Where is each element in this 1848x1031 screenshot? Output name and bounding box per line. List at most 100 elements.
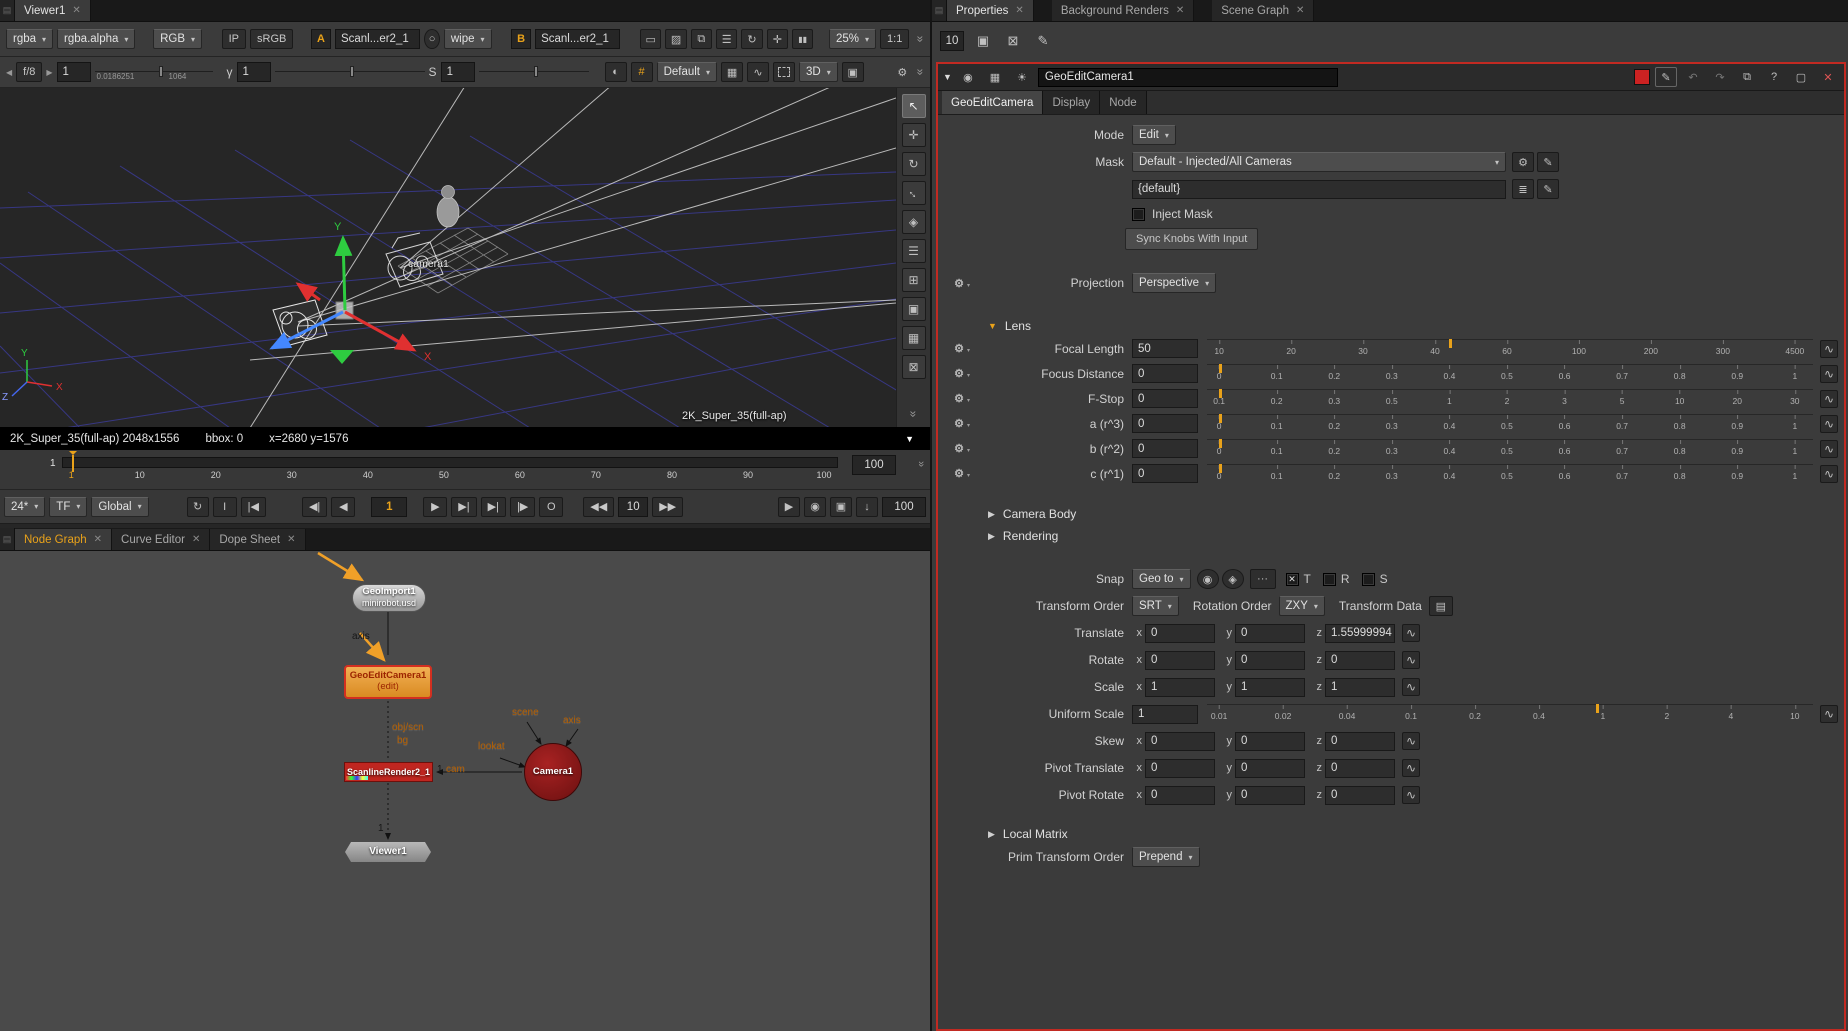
info-dropdown-icon[interactable]: ▼ bbox=[899, 432, 920, 446]
channels-dropdown[interactable]: rgba▾ bbox=[6, 29, 53, 49]
curve-editor-button[interactable]: ∿ bbox=[1820, 340, 1838, 358]
parameter-value-field[interactable]: 0 bbox=[1132, 389, 1198, 408]
tab-properties[interactable]: Properties ✕ bbox=[947, 0, 1034, 21]
edit-panels-icon[interactable]: ✎ bbox=[1032, 31, 1054, 51]
cursor-tool-icon[interactable]: ↖ bbox=[902, 94, 926, 118]
close-icon[interactable]: ✕ bbox=[1176, 5, 1184, 16]
x-value-field[interactable]: 0 bbox=[1145, 651, 1215, 670]
camera-lock-icon[interactable]: ▦ bbox=[721, 62, 743, 82]
animation-menu-icon[interactable]: ⚙ bbox=[946, 367, 972, 380]
pause-icon[interactable]: ▮▮ bbox=[792, 29, 813, 49]
viewer-settings-icon[interactable]: ⚙ bbox=[891, 62, 913, 82]
display-channel-dropdown[interactable]: RGB▾ bbox=[153, 29, 202, 49]
curve-editor-button[interactable]: ∿ bbox=[1820, 390, 1838, 408]
snap-menu-button[interactable]: ··· bbox=[1250, 569, 1276, 589]
roi-icon[interactable] bbox=[773, 62, 795, 82]
y-value-field[interactable]: 0 bbox=[1235, 786, 1305, 805]
layout-rows-icon[interactable]: ☰ bbox=[902, 239, 926, 263]
animation-menu-icon[interactable]: ⚙ bbox=[946, 277, 972, 290]
inject-mask-checkbox[interactable] bbox=[1132, 208, 1145, 221]
slider-handle[interactable] bbox=[1219, 364, 1222, 373]
gain-field[interactable]: 1 bbox=[57, 62, 91, 82]
snap-dropdown[interactable]: Geo to▾ bbox=[1132, 569, 1191, 589]
transform-order-dropdown[interactable]: SRT▾ bbox=[1132, 596, 1179, 616]
gamma-slider-handle[interactable] bbox=[350, 66, 354, 77]
tab-geoeditcamera[interactable]: GeoEditCamera bbox=[942, 91, 1043, 114]
undo-icon[interactable]: ↶ bbox=[1682, 67, 1704, 87]
z-value-field[interactable]: 0 bbox=[1325, 786, 1395, 805]
close-icon[interactable]: ✕ bbox=[1015, 5, 1023, 16]
snap-face-icon[interactable]: ◈ bbox=[1222, 569, 1244, 589]
fstop-button[interactable]: f/8 bbox=[16, 62, 42, 82]
close-panel-icon[interactable]: ✕ bbox=[1817, 67, 1839, 87]
timeline-overflow-icon[interactable]: » bbox=[915, 461, 927, 467]
gain-slider-handle[interactable] bbox=[159, 66, 163, 77]
rotate-tool-icon[interactable]: ↻ bbox=[902, 152, 926, 176]
parameter-slider[interactable]: 0.10.20.30.51235102030 bbox=[1207, 389, 1813, 409]
y-value-field[interactable]: 0 bbox=[1235, 624, 1305, 643]
wipe-mode-dropdown[interactable]: wipe▾ bbox=[444, 29, 492, 49]
tab-background-renders[interactable]: Background Renders ✕ bbox=[1052, 0, 1194, 21]
format-rect-icon[interactable]: ▭ bbox=[640, 29, 661, 49]
mask-dropdown[interactable]: Default - Injected/All Cameras▾ bbox=[1132, 152, 1506, 172]
layout-off-icon[interactable]: ⊠ bbox=[902, 355, 926, 379]
gamma-field[interactable]: 1 bbox=[237, 62, 271, 82]
curve-editor-button[interactable]: ∿ bbox=[1820, 365, 1838, 383]
proxy-ratio-button[interactable]: 1:1 bbox=[880, 29, 909, 49]
close-icon[interactable]: ✕ bbox=[192, 534, 200, 545]
mask-expression-field[interactable]: {default} bbox=[1132, 180, 1506, 199]
jump-forward-button[interactable]: ▶▶ bbox=[652, 497, 683, 517]
parameter-value-field[interactable]: 0 bbox=[1132, 364, 1198, 383]
z-value-field[interactable]: 1.55999994 bbox=[1325, 624, 1395, 643]
animation-menu-icon[interactable]: ⚙ bbox=[946, 467, 972, 480]
node-geoeditcamera1[interactable]: GeoEditCamera1 (edit) bbox=[344, 665, 432, 699]
set-out-button[interactable]: O bbox=[539, 497, 563, 517]
input-b-label[interactable]: B bbox=[511, 29, 531, 49]
input-b-field[interactable]: Scanl...er2_1 bbox=[535, 29, 620, 49]
camera-body-section-header[interactable]: ▶ Camera Body bbox=[988, 503, 1838, 525]
scanline-rows-icon[interactable]: ☰ bbox=[716, 29, 737, 49]
curve-overlay-icon[interactable]: ∿ bbox=[747, 62, 769, 82]
flipbook-icon[interactable]: ▶ bbox=[778, 497, 800, 517]
z-value-field[interactable]: 0 bbox=[1325, 651, 1395, 670]
uniform-scale-slider[interactable]: 0.010.020.040.10.20.412410 bbox=[1207, 704, 1813, 724]
snap-s-checkbox[interactable] bbox=[1362, 573, 1375, 586]
loop-mode-icon[interactable]: ↻ bbox=[187, 497, 209, 517]
rendering-section-header[interactable]: ▶ Rendering bbox=[988, 525, 1838, 547]
curve-editor-button[interactable]: ∿ bbox=[1402, 732, 1420, 750]
parameter-slider[interactable]: 10203040601002003004500 bbox=[1207, 339, 1813, 359]
sync-knobs-button[interactable]: Sync Knobs With Input bbox=[1125, 228, 1258, 250]
help-icon[interactable]: ? bbox=[1763, 67, 1785, 87]
go-to-start-button[interactable]: |◀ bbox=[241, 497, 266, 517]
gain-slider[interactable]: 0.0186251 1064 bbox=[95, 62, 213, 82]
timeline-track[interactable] bbox=[62, 457, 838, 468]
edit-color-icon[interactable]: ✎ bbox=[1655, 67, 1677, 87]
toolbar-overflow-icon[interactable]: » bbox=[914, 69, 928, 76]
animation-menu-icon[interactable]: ⚙ bbox=[946, 342, 972, 355]
y-value-field[interactable]: 0 bbox=[1235, 732, 1305, 751]
fstop-prev-icon[interactable]: ◀ bbox=[6, 68, 12, 77]
lens-section-header[interactable]: ▼ Lens bbox=[988, 315, 1838, 337]
update-ui-icon[interactable]: ✛ bbox=[767, 29, 788, 49]
slider-handle[interactable] bbox=[1219, 464, 1222, 473]
refresh-icon[interactable]: ↻ bbox=[741, 29, 762, 49]
parameter-slider[interactable]: 00.10.20.30.40.50.60.70.80.91 bbox=[1207, 439, 1813, 459]
layout-tiles-icon[interactable]: ▦ bbox=[902, 326, 926, 350]
fstop-next-icon[interactable]: ▶ bbox=[46, 68, 52, 77]
last-frame-field[interactable]: 100 bbox=[882, 497, 926, 517]
input-device-icon[interactable]: ▣ bbox=[842, 62, 864, 82]
geometry-object[interactable] bbox=[437, 186, 459, 228]
collapse-panel-icon[interactable]: ▼ bbox=[943, 72, 952, 82]
curve-editor-button[interactable]: ∿ bbox=[1820, 440, 1838, 458]
z-value-field[interactable]: 0 bbox=[1325, 732, 1395, 751]
animation-menu-icon[interactable]: ⚙ bbox=[946, 417, 972, 430]
x-value-field[interactable]: 0 bbox=[1145, 759, 1215, 778]
max-panels-field[interactable]: 10 bbox=[940, 31, 964, 51]
fps-dropdown[interactable]: 24*▾ bbox=[4, 497, 45, 517]
node-geoimport1[interactable]: GeoImport1 minirobot.usd bbox=[352, 584, 426, 612]
tab-scene-graph[interactable]: Scene Graph ✕ bbox=[1212, 0, 1314, 21]
curve-editor-button[interactable]: ∿ bbox=[1402, 624, 1420, 642]
frame-increment-field[interactable]: 10 bbox=[618, 497, 648, 517]
mask-list-icon[interactable]: ≣ bbox=[1512, 179, 1534, 199]
node-name-field[interactable]: GeoEditCamera1 bbox=[1038, 68, 1338, 87]
